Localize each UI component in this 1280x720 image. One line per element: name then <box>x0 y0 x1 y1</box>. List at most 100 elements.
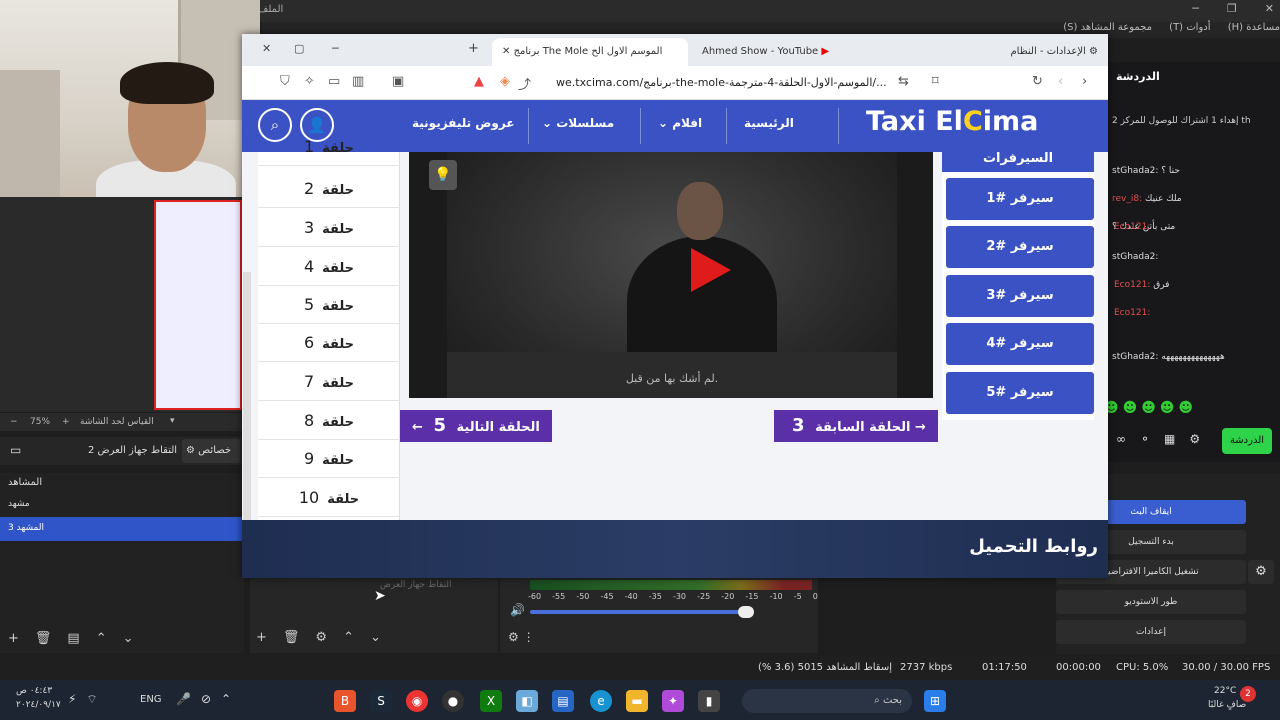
gear-icon[interactable]: ⚙ ⋮ <box>508 630 535 644</box>
obs-status-bar: 30.00 / 30.00 FPS CPU: 5.0% 00:00:00 01:… <box>0 656 1280 680</box>
episode-item[interactable]: حلقة10 <box>258 479 400 517</box>
weather-desc: صافٍ غالبًا <box>1208 700 1247 710</box>
episode-list: حلقة1 حلقة2 حلقة3 حلقة4 حلقة5 حلقة6 حلقة… <box>258 137 400 520</box>
clock-date: ٢٠٢٤/٠٩/١٧ <box>16 700 61 710</box>
nav-movies[interactable]: ⌄ افلام <box>658 116 702 130</box>
servers-panel: السيرفرات سيرفر #1 سيرفر #2 سيرفر #3 سير… <box>942 146 1094 420</box>
tab-active[interactable]: ✕ برنامج The Mole الموسم الاول الح <box>492 38 688 66</box>
source-tools[interactable]: + 🗑 ⚙ ⌃ ⌄ <box>256 630 397 645</box>
episode-item[interactable]: حلقة1 <box>258 128 400 166</box>
volume-slider[interactable] <box>530 610 750 614</box>
episode-item[interactable]: حلقة8 <box>258 402 400 440</box>
reload-icon[interactable]: ↻ <box>1032 74 1043 89</box>
chevron-down-icon[interactable]: ▾ <box>170 416 175 426</box>
close-icon[interactable]: ✕ <box>502 46 514 57</box>
tab-youtube[interactable]: Ahmed Show - YouTube ▶ <box>692 38 892 66</box>
scale-tick: -10 <box>769 592 783 601</box>
folder-icon[interactable]: ▬ <box>626 690 648 712</box>
pager-number: 3 <box>792 415 805 436</box>
edge-icon[interactable]: e <box>590 690 612 712</box>
back-icon[interactable]: › <box>1082 74 1087 89</box>
tune-icon[interactable]: ⇆ <box>898 74 909 89</box>
nav-series[interactable]: ⌄ مسلسلات <box>542 116 614 130</box>
site-logo[interactable]: Taxi ElCima <box>866 106 1038 137</box>
fps-readout: 30.00 / 30.00 FPS <box>1182 662 1271 673</box>
server-button[interactable]: سيرفر #4 <box>946 323 1094 365</box>
zoom-bar[interactable]: − 75% + القياس لحد الشاشة ▾ <box>0 413 244 431</box>
episode-item[interactable]: حلقة4 <box>258 248 400 286</box>
tab-settings[interactable]: ⚙ الإعدادات - النظام <box>988 38 1108 66</box>
xbox-icon[interactable]: X <box>480 690 502 712</box>
menu-scene-collection[interactable]: مجموعة المشاهد (S) <box>1063 22 1152 33</box>
new-tab-icon[interactable]: + <box>468 41 479 56</box>
steam-icon[interactable]: S <box>370 690 392 712</box>
properties-button[interactable]: ⚙ خصائص <box>182 439 240 463</box>
wallet-icon[interactable]: ▣ <box>392 74 404 89</box>
prev-episode-button[interactable]: 3 الحلقة السابقة → <box>774 410 938 442</box>
play-icon[interactable] <box>691 248 731 292</box>
tray-icons-2[interactable]: 🎤⊘⌃ <box>176 692 241 706</box>
episode-item[interactable]: حلقة6 <box>258 324 400 362</box>
zoom-out-icon[interactable]: − <box>10 417 18 427</box>
puzzle-icon[interactable]: ✧ <box>304 74 315 89</box>
reader-icon[interactable]: ▭ <box>328 74 340 89</box>
brave-shield-icon[interactable]: ◈ <box>500 74 510 89</box>
scene-item[interactable]: مشهد <box>0 493 244 517</box>
copilot-icon[interactable]: ✦ <box>662 690 684 712</box>
obs-window-controls[interactable]: ─ ❐ ✕ <box>1164 2 1274 15</box>
episode-item[interactable]: حلقة7 <box>258 363 400 401</box>
shield-icon[interactable]: ⛉ <box>280 74 290 89</box>
audio-scale: -60 -55 -50 -45 -40 -35 -30 -25 -20 -15 … <box>528 592 818 601</box>
app-icon[interactable]: ◧ <box>516 690 538 712</box>
notification-badge[interactable]: 2 <box>1240 686 1256 702</box>
chrome-icon[interactable]: ◉ <box>406 690 428 712</box>
forward-icon[interactable]: ‹ <box>1058 74 1063 89</box>
server-button[interactable]: سيرفر #5 <box>946 372 1094 414</box>
obs-icon[interactable]: ● <box>442 690 464 712</box>
windows-start-icon[interactable]: ⊞ <box>924 690 946 712</box>
sidebar-icon[interactable]: ▥ <box>352 74 364 89</box>
next-episode-button[interactable]: ← الحلقة التالية 5 <box>400 410 552 442</box>
chat-tools-icons[interactable]: ∞⚬▦⚙ <box>1116 432 1214 446</box>
taskbar-search[interactable]: ⌕ بحث <box>742 689 912 713</box>
share-icon[interactable]: ⤴ <box>518 74 531 93</box>
minimize-icon[interactable]: ─ <box>332 42 339 55</box>
window-controls[interactable]: ✕ <box>262 42 271 55</box>
lightbulb-icon[interactable]: 💡 <box>429 160 457 190</box>
chat-button[interactable]: الدردشة <box>1222 428 1272 454</box>
server-button[interactable]: سيرفر #2 <box>946 226 1094 268</box>
episode-item[interactable]: حلقة2 <box>258 170 400 208</box>
bookmark-icon[interactable]: ⌑ <box>932 74 939 89</box>
scene-tools[interactable]: + 🗑 ▤ ⌃ ⌄ <box>8 631 150 646</box>
volume-knob[interactable] <box>738 606 754 618</box>
source-list-item[interactable]: التقاط جهاز العرض <box>380 580 452 590</box>
server-button[interactable]: سيرفر #1 <box>946 178 1094 220</box>
brave-rewards-icon[interactable]: ▲ <box>474 74 484 89</box>
episode-item[interactable]: حلقة3 <box>258 209 400 247</box>
tray-icons[interactable]: ⚡⌔ <box>68 692 108 707</box>
gear-icon[interactable]: ⚙ <box>1248 560 1274 584</box>
nav-home[interactable]: الرئيسية <box>744 116 794 130</box>
dropped-frames: إسقاط المشاهد 5015 (3.6 %) <box>758 662 893 673</box>
episode-item[interactable]: حلقة5 <box>258 286 400 324</box>
studio-mode-button[interactable]: طور الاستوديو <box>1056 590 1246 614</box>
speaker-icon[interactable]: 🔊 <box>510 603 525 617</box>
settings-button[interactable]: إعدادات <box>1056 620 1246 644</box>
restore-icon[interactable]: ▢ <box>294 42 304 55</box>
lang-indicator[interactable]: ENG <box>140 694 162 705</box>
emote-row[interactable]: ☻☻☻☻☻ <box>1104 400 1234 418</box>
address-bar[interactable]: we.txcima.com/برنامج-the-mole-الموسم-الا… <box>556 69 936 97</box>
terminal-icon[interactable]: ▮ <box>698 690 720 712</box>
video-player[interactable]: لم أشك بها من قبل. 💡 <box>409 152 933 398</box>
scene-item-selected[interactable]: المشهد 3 <box>0 517 244 541</box>
brave-icon[interactable]: B <box>334 690 356 712</box>
scale-tick: -60 <box>528 592 542 601</box>
menu-tools[interactable]: أدوات (T) <box>1169 22 1210 33</box>
server-button[interactable]: سيرفر #3 <box>946 275 1094 317</box>
episode-item[interactable]: حلقة9 <box>258 440 400 478</box>
menu-help[interactable]: مساعدة (H) <box>1228 22 1280 33</box>
zoom-in-icon[interactable]: + <box>62 417 70 427</box>
store-icon[interactable]: ▤ <box>552 690 574 712</box>
chat-message: Eco121: <box>1114 308 1150 318</box>
nav-tv-shows[interactable]: عروض تليفزيونية <box>412 116 515 130</box>
